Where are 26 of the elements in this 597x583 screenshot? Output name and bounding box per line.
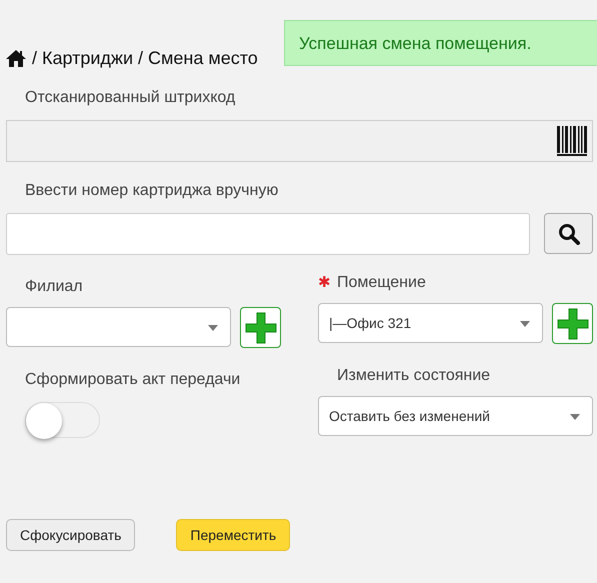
add-button[interactable] xyxy=(240,307,281,348)
cartridge-number-field[interactable] xyxy=(6,213,530,255)
caret-icon xyxy=(520,321,530,327)
barcode-icon xyxy=(556,125,588,157)
caret-icon xyxy=(570,414,580,420)
focus-button[interactable]: Сфокусировать xyxy=(6,519,136,551)
plus-icon xyxy=(244,312,276,344)
field-label: Сформировать акт передачи xyxy=(25,370,242,390)
field-label: Изменить состояние xyxy=(337,366,492,386)
caret-icon xyxy=(208,325,218,331)
room-select[interactable]: |—Офис 321 xyxy=(318,303,543,343)
field-label: Филиал xyxy=(25,277,83,297)
move-button[interactable]: Переместить xyxy=(176,519,290,551)
required-mark: ✱ xyxy=(318,273,331,293)
search-icon xyxy=(558,222,580,244)
toggle-switch[interactable] xyxy=(25,402,100,438)
field-label: Ввести номер картриджа вручную xyxy=(25,181,280,201)
field-label: Отсканированный штрихкод xyxy=(25,88,236,108)
plus-icon xyxy=(556,308,588,340)
state-select[interactable]: Оставить без изменений xyxy=(318,396,593,436)
success-notification: Успешная смена помещения. xyxy=(284,20,597,66)
home-icon[interactable] xyxy=(6,50,26,67)
field-label: Помещение xyxy=(337,273,426,293)
breadcrumb: / Картриджи / Смена место xyxy=(32,48,258,69)
search-button[interactable] xyxy=(544,213,593,254)
add-button[interactable] xyxy=(552,303,593,344)
